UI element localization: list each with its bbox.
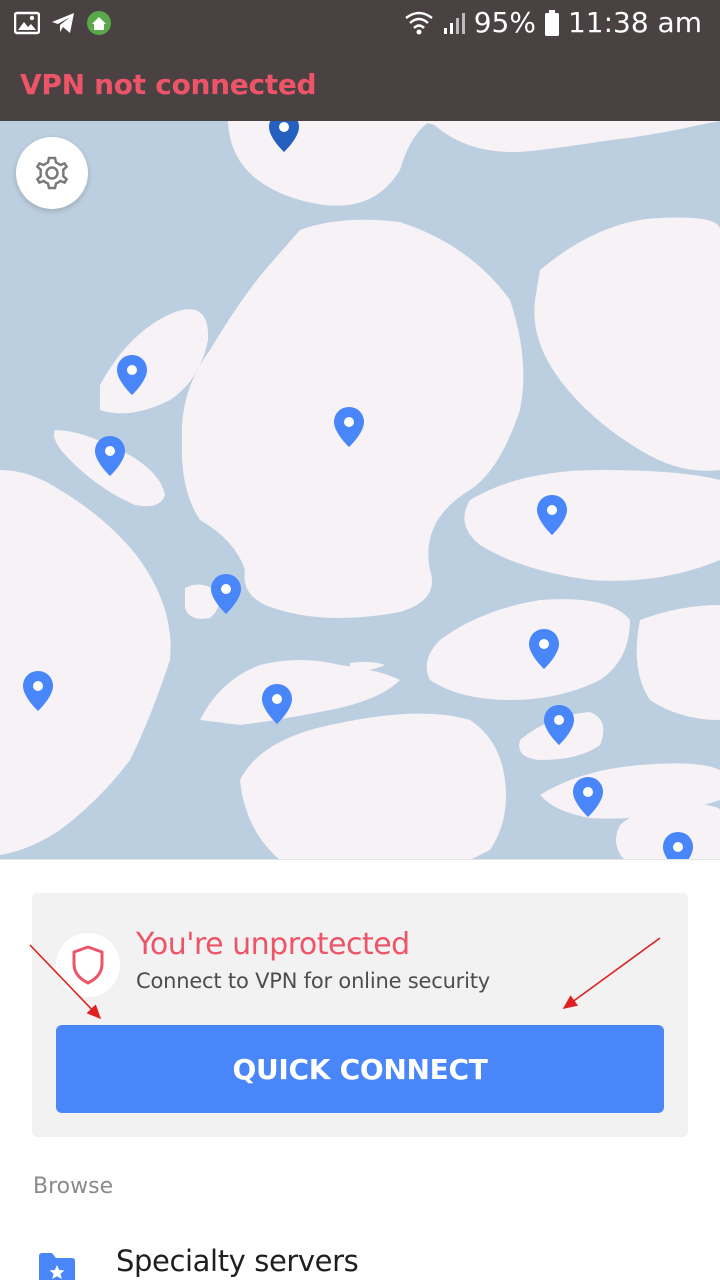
quick-connect-button[interactable]: QUICK CONNECT <box>56 1025 664 1113</box>
map-landmass <box>0 121 720 859</box>
telegram-icon <box>52 13 74 33</box>
protection-card: You're unprotected Connect to VPN for on… <box>32 893 688 1137</box>
vpn-app-icon <box>87 11 111 35</box>
gear-icon <box>35 156 69 190</box>
browse-heading: Browse <box>33 1174 114 1199</box>
location-pin-icon[interactable] <box>661 830 695 859</box>
location-pin-icon[interactable] <box>332 405 366 449</box>
specialty-servers-item[interactable]: Specialty servers <box>0 1240 720 1280</box>
location-pin-icon[interactable] <box>571 775 605 819</box>
shield-badge <box>56 933 120 997</box>
gallery-icon <box>14 11 40 35</box>
location-pin-icon[interactable] <box>267 121 301 154</box>
location-pin-icon[interactable] <box>93 434 127 478</box>
wifi-icon <box>404 11 433 34</box>
status-bar-right: 95% 11:38 am <box>404 6 702 39</box>
signal-icon <box>443 12 465 34</box>
battery-icon <box>544 9 559 36</box>
location-pin-icon[interactable] <box>542 703 576 747</box>
location-pin-icon[interactable] <box>527 627 561 671</box>
specialty-servers-label: Specialty servers <box>116 1244 359 1278</box>
location-pin-icon[interactable] <box>115 353 149 397</box>
shield-icon <box>72 945 104 985</box>
status-bar-left <box>14 10 112 36</box>
bottom-sheet: You're unprotected Connect to VPN for on… <box>0 859 720 1280</box>
battery-percent: 95% <box>473 6 536 39</box>
specialty-folder-icon <box>39 1253 75 1280</box>
unprotected-subtitle: Connect to VPN for online security <box>136 969 491 993</box>
unprotected-title: You're unprotected <box>136 927 410 962</box>
server-map[interactable] <box>0 121 720 859</box>
location-pin-icon[interactable] <box>209 572 243 616</box>
location-pin-icon[interactable] <box>260 682 294 726</box>
settings-button[interactable] <box>16 137 88 209</box>
location-pin-icon[interactable] <box>21 669 55 713</box>
location-pin-icon[interactable] <box>535 493 569 537</box>
clock: 11:38 am <box>567 6 702 39</box>
vpn-status-text: VPN not connected <box>20 68 317 101</box>
top-bar: 95% 11:38 am VPN not connected <box>0 0 720 121</box>
